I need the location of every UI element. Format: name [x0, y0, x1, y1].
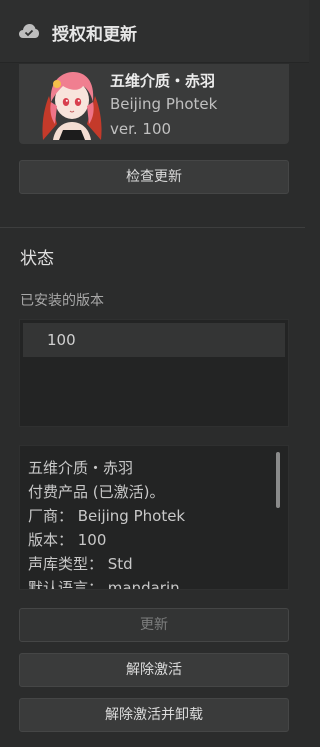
product-version: ver. 100	[110, 120, 172, 138]
deactivate-button[interactable]: 解除激活	[19, 653, 289, 687]
info-line: 默认语言： mandarin	[28, 579, 180, 590]
section-divider	[0, 227, 305, 228]
product-card: 五维介质・赤羽 Beijing Photek ver. 100	[19, 64, 289, 144]
info-line: 版本： 100	[28, 531, 107, 549]
auth-update-panel: 授权和更新 五维介质・赤羽 Beijing Photek ver. 100 检查…	[0, 0, 309, 747]
scrollbar[interactable]	[276, 452, 280, 508]
status-heading: 状态	[20, 249, 54, 269]
installed-versions-label: 已安装的版本	[20, 293, 104, 309]
cloud-check-icon	[19, 24, 39, 38]
product-vendor: Beijing Photek	[110, 95, 218, 113]
deactivate-uninstall-button[interactable]: 解除激活并卸载	[19, 698, 289, 732]
check-update-button[interactable]: 检查更新	[19, 160, 289, 194]
product-info-box[interactable]: 五维介质・赤羽 付费产品 (已激活)。 厂商： Beijing Photek 版…	[19, 445, 289, 590]
page-title: 授权和更新	[52, 25, 137, 45]
avatar	[39, 66, 105, 140]
info-line: 五维介质・赤羽	[28, 459, 134, 477]
info-line: 付费产品 (已激活)。	[28, 483, 165, 501]
info-line: 声库类型： Std	[28, 555, 133, 573]
product-name: 五维介质・赤羽	[110, 72, 216, 90]
installed-versions-list[interactable]: 100	[19, 319, 289, 427]
version-label: 100	[47, 331, 76, 349]
update-button[interactable]: 更新	[19, 608, 289, 642]
list-item[interactable]: 100	[23, 323, 285, 357]
panel-header: 授权和更新	[0, 0, 309, 63]
info-line: 厂商： Beijing Photek	[28, 507, 186, 525]
